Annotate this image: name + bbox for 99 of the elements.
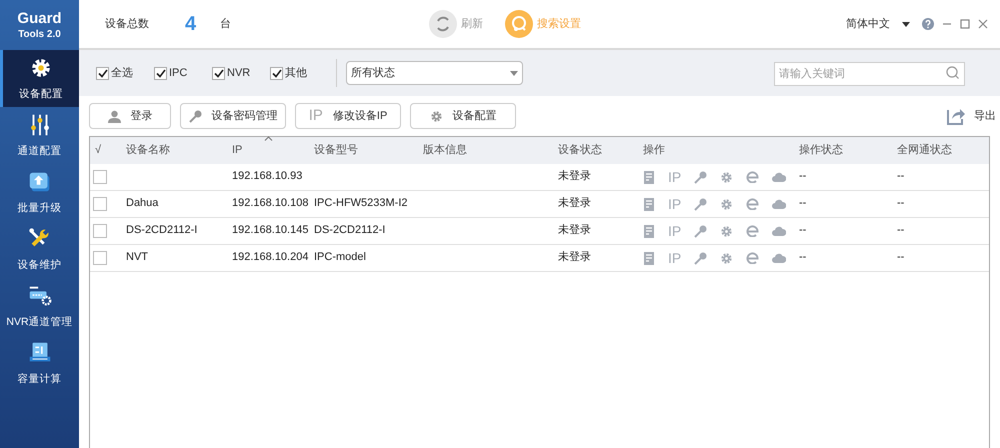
- language-dropdown[interactable]: 简体中文: [846, 16, 910, 32]
- cloud-icon[interactable]: [772, 253, 786, 263]
- browser-icon[interactable]: [746, 171, 760, 183]
- checkbox[interactable]: [96, 66, 109, 80]
- dropdown-caret-icon: [510, 70, 518, 76]
- filter-label[interactable]: 全选: [111, 64, 133, 82]
- filter-label[interactable]: IPC: [169, 64, 188, 82]
- cloud-icon[interactable]: [772, 172, 786, 182]
- table-cell: IPC-HFW5233M-I2: [314, 198, 408, 209]
- gear-icon[interactable]: [720, 252, 734, 264]
- close-icon[interactable]: [978, 19, 988, 29]
- action-button[interactable]: IP 修改设备IP: [295, 103, 401, 129]
- help-icon[interactable]: [922, 18, 934, 30]
- browser-icon[interactable]: [746, 252, 760, 264]
- device-count-label: 设备总数: [105, 16, 149, 32]
- key-icon[interactable]: [694, 224, 708, 238]
- table-cell: IPC-model: [314, 252, 366, 263]
- table-cell: 未登录: [558, 171, 591, 182]
- search-gear-icon: [505, 10, 534, 38]
- checkbox[interactable]: [212, 66, 225, 80]
- gear-icon: [430, 110, 442, 122]
- key-icon: [188, 110, 202, 122]
- cloud-icon[interactable]: [772, 199, 786, 209]
- dropdown-caret-icon: [902, 22, 910, 26]
- checkbox[interactable]: [93, 170, 107, 184]
- table-cell: 未登录: [558, 198, 591, 209]
- gear-icon[interactable]: [720, 224, 734, 238]
- column-header[interactable]: 操作: [643, 142, 665, 159]
- check-icon: [98, 68, 108, 78]
- status-select[interactable]: 所有状态: [346, 61, 523, 85]
- action-button[interactable]: 设备配置: [410, 103, 516, 129]
- column-header[interactable]: 版本信息: [423, 142, 467, 159]
- gear-icon[interactable]: [720, 170, 734, 184]
- check-icon: [272, 68, 282, 78]
- table-cell: 未登录: [558, 252, 591, 263]
- sidebar-item[interactable]: 设备维护: [0, 221, 79, 278]
- table-cell: 192.168.10.204: [232, 252, 308, 263]
- table-cell: 192.168.10.145: [232, 225, 308, 236]
- gear-icon[interactable]: [720, 198, 734, 210]
- search-icon[interactable]: [946, 66, 960, 80]
- maximize-icon[interactable]: [960, 19, 970, 29]
- table-cell: 未登录: [558, 225, 591, 236]
- table-cell: DS-2CD2112-I: [314, 225, 386, 236]
- table-cell: --: [799, 171, 806, 182]
- checkbox[interactable]: [154, 66, 167, 80]
- sidebar-item[interactable]: NVR通道管理: [0, 278, 79, 335]
- key-icon[interactable]: [694, 252, 708, 264]
- document-icon[interactable]: [643, 224, 655, 238]
- table-cell: --: [799, 225, 806, 236]
- count-unit: 台: [220, 16, 232, 32]
- filter-label[interactable]: 其他: [285, 64, 307, 82]
- checkbox[interactable]: [93, 197, 107, 211]
- export-button[interactable]: 导出: [946, 106, 996, 126]
- check-icon: [156, 68, 166, 78]
- table-cell: 192.168.10.108: [232, 198, 308, 209]
- column-header[interactable]: 操作状态: [799, 142, 843, 159]
- document-icon[interactable]: [643, 170, 655, 184]
- key-icon[interactable]: [694, 198, 708, 210]
- document-icon[interactable]: [643, 198, 655, 210]
- table-cell: --: [799, 198, 806, 209]
- cloud-icon[interactable]: [772, 226, 786, 236]
- table-cell: --: [897, 198, 904, 209]
- checkbox[interactable]: [93, 251, 107, 265]
- checkbox[interactable]: [93, 224, 107, 238]
- browser-icon[interactable]: [746, 198, 760, 210]
- table-cell: NVT: [126, 252, 148, 263]
- column-header[interactable]: 全网通状态: [897, 142, 952, 159]
- sidebar-item[interactable]: 容量计算: [0, 335, 79, 392]
- device-count: 4: [185, 12, 196, 37]
- filter-label[interactable]: NVR: [227, 64, 250, 82]
- sidebar-item[interactable]: 批量升级: [0, 164, 79, 221]
- refresh-icon: [429, 10, 458, 38]
- column-header[interactable]: 设备状态: [558, 142, 602, 159]
- document-icon[interactable]: [643, 252, 655, 264]
- checkbox[interactable]: [270, 66, 283, 80]
- column-header[interactable]: √: [95, 142, 102, 159]
- column-header[interactable]: 设备型号: [314, 142, 358, 159]
- table-cell: --: [897, 225, 904, 236]
- sidebar-item[interactable]: 设备配置: [0, 50, 79, 107]
- user-icon: [108, 110, 120, 122]
- action-button[interactable]: 设备密码管理: [180, 103, 286, 129]
- table-cell: 192.168.10.93: [232, 171, 302, 182]
- key-icon[interactable]: [694, 170, 708, 184]
- table-cell: DS-2CD2112-I: [126, 225, 198, 236]
- table-cell: --: [897, 171, 904, 182]
- table-cell: Dahua: [126, 198, 158, 209]
- check-icon: [214, 68, 224, 78]
- export-icon: [946, 106, 966, 126]
- table-cell: --: [799, 252, 806, 263]
- sort-caret-icon[interactable]: [264, 136, 273, 141]
- column-header[interactable]: 设备名称: [126, 142, 170, 159]
- app-subtitle: Tools 2.0: [18, 30, 61, 40]
- app-title: Guard: [17, 10, 62, 26]
- browser-icon[interactable]: [746, 225, 760, 237]
- column-header[interactable]: IP: [232, 142, 242, 159]
- action-button[interactable]: 登录: [89, 103, 171, 129]
- table-cell: --: [897, 252, 904, 263]
- search-field[interactable]: 请输入关键词: [774, 62, 965, 86]
- sidebar-item[interactable]: 通道配置: [0, 107, 79, 164]
